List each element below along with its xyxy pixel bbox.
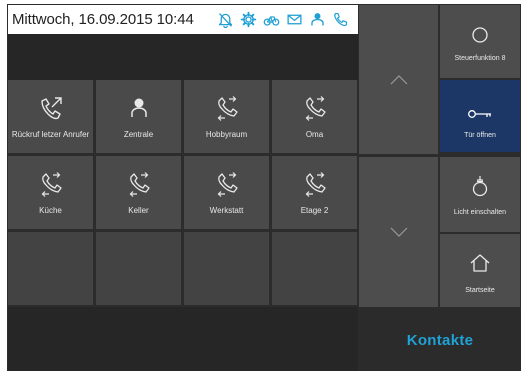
- person-icon[interactable]: [309, 11, 326, 28]
- tile-keller[interactable]: Keller: [96, 156, 181, 229]
- shortcut-grid: Rückruf letzer Anrufer Zentrale Hobbyrau…: [8, 80, 358, 307]
- home-button[interactable]: Startseite: [440, 234, 520, 307]
- chevron-down-icon: [389, 226, 409, 238]
- tile-empty[interactable]: [184, 232, 269, 305]
- contacts-button[interactable]: Kontakte: [359, 309, 521, 371]
- home-icon: [469, 252, 491, 274]
- contacts-label: Kontakte: [406, 331, 474, 349]
- button-label: Tür öffnen: [464, 132, 496, 139]
- key-icon: [467, 108, 493, 120]
- tile-oma[interactable]: Oma: [272, 80, 357, 153]
- tile-kueche[interactable]: Küche: [8, 156, 93, 229]
- button-label: Licht einschalten: [453, 209, 507, 216]
- status-icons: [217, 11, 349, 28]
- tile-callback-last-caller[interactable]: Rückruf letzer Anrufer: [8, 80, 93, 153]
- tile-empty[interactable]: [96, 232, 181, 305]
- gear-icon[interactable]: [240, 11, 257, 28]
- person-icon: [124, 93, 154, 123]
- tile-empty[interactable]: [272, 232, 357, 305]
- handset-transfer-icon: [212, 169, 242, 199]
- handset-transfer-icon: [300, 169, 330, 199]
- control-function-8-button[interactable]: Steuerfunktion 8: [440, 5, 520, 78]
- bottom-spacer: [8, 307, 358, 371]
- tile-label: Zentrale: [123, 130, 154, 139]
- tile-label: Hobbyraum: [205, 130, 248, 139]
- light-bulb-icon: [470, 175, 490, 201]
- tile-zentrale[interactable]: Zentrale: [96, 80, 181, 153]
- scroll-up-button[interactable]: [359, 5, 438, 154]
- top-spacer: [8, 34, 358, 80]
- date-time: Mittwoch, 16.09.2015 10:44: [12, 11, 194, 28]
- chevron-up-icon: [389, 74, 409, 86]
- open-door-button[interactable]: Tür öffnen: [440, 80, 520, 152]
- phone-icon[interactable]: [332, 11, 349, 28]
- scroll-column: [359, 5, 438, 307]
- tile-label: Rückruf letzer Anrufer: [11, 130, 90, 139]
- mail-icon[interactable]: [286, 11, 303, 28]
- handset-transfer-icon: [212, 93, 242, 123]
- tile-werkstatt[interactable]: Werkstatt: [184, 156, 269, 229]
- button-label: Startseite: [465, 287, 495, 294]
- handset-transfer-icon: [124, 169, 154, 199]
- tile-etage-2[interactable]: Etage 2: [272, 156, 357, 229]
- handset-transfer-icon: [300, 93, 330, 123]
- tile-empty[interactable]: [8, 232, 93, 305]
- status-bar: Mittwoch, 16.09.2015 10:44: [8, 5, 358, 34]
- tile-label: Küche: [39, 206, 62, 215]
- tile-label: Oma: [305, 130, 324, 139]
- bicycle-icon[interactable]: [263, 11, 280, 28]
- button-label: Steuerfunktion 8: [454, 55, 506, 62]
- circle-icon: [471, 25, 489, 45]
- scroll-down-button[interactable]: [359, 157, 438, 307]
- handset-transfer-icon: [36, 169, 66, 199]
- tile-label: Etage 2: [300, 206, 329, 215]
- tile-label: Werkstatt: [209, 206, 244, 215]
- tile-hobbyraum[interactable]: Hobbyraum: [184, 80, 269, 153]
- tile-label: Keller: [128, 206, 149, 215]
- bell-mute-icon[interactable]: [217, 11, 234, 28]
- light-on-button[interactable]: Licht einschalten: [440, 157, 520, 232]
- callback-phone-icon: [36, 93, 66, 123]
